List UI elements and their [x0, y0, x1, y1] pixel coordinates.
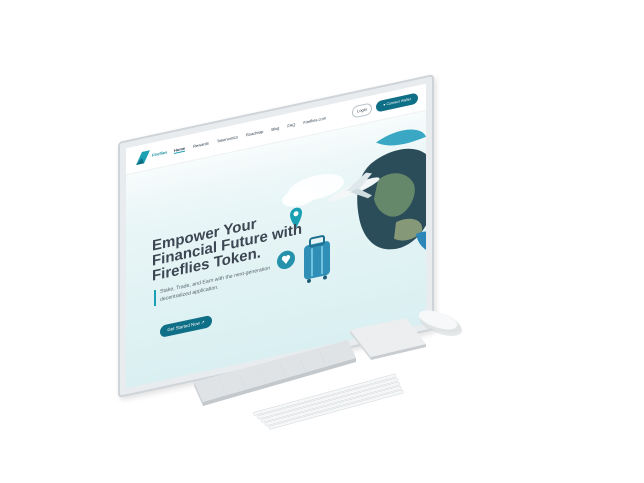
mouse	[418, 310, 463, 336]
trackpad	[350, 318, 426, 360]
desktop-mockup-scene: Fireflies Home Rewards Tokenomics Roadma…	[0, 0, 644, 483]
peripherals	[194, 310, 463, 430]
